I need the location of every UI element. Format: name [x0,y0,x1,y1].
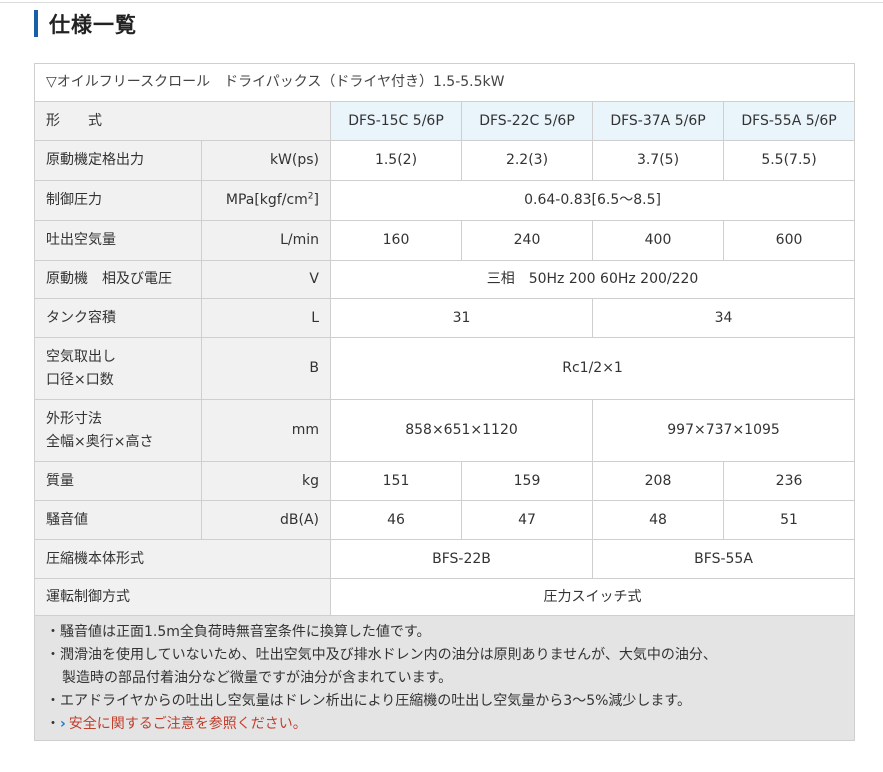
notes-row: ・騒音値は正面1.5m全負荷時無音室条件に換算した値です。 ・潤滑油を使用してい… [33,615,856,741]
page-title: 仕様一覧 [49,12,137,37]
table-cell: 600 [722,220,856,261]
table-cell: 圧力スイッチ式 [329,578,856,616]
row-label: 吐出空気量 [34,220,202,261]
chevron-right-icon: › [60,715,66,732]
row-label: 質量 [34,461,202,501]
row-unit: V [201,260,331,299]
row-unit: MPa[kgf/cm2] [201,180,331,221]
table-row: 空気取出し口径×口数 B Rc1/2×1 [34,337,856,400]
note-line: ・騒音値は正面1.5m全負荷時無音室条件に換算した値です。 [46,623,431,640]
table-cell: 236 [722,461,856,501]
table-cell: 997×737×1095 [591,399,856,462]
table-cell: 48 [592,500,724,540]
table-row: 吐出空気量 L/min 160 240 400 600 [34,220,856,261]
table-cell: 47 [461,500,593,540]
row-label-line: 口径×口数 [46,371,114,388]
table-row: 騒音値 dB(A) 46 47 48 51 [34,500,856,540]
model-cell: DFS-55A 5/6P [722,101,856,141]
table-cell: 151 [330,461,462,501]
row-label-line: 全幅×奥行×高さ [46,433,154,450]
top-divider [0,2,883,3]
row-unit: dB(A) [201,500,331,540]
caption-row: ▽オイルフリースクロール ドライパックス（ドライヤ付き）1.5-5.5kW [33,63,856,102]
row-label: 騒音値 [34,500,202,540]
model-row: 形 式 DFS-15C 5/6P DFS-22C 5/6P DFS-37A 5/… [34,101,856,141]
note-line: 製造時の部品付着油分など微量ですが油分が含まれています。 [62,669,453,686]
note-line: ・エアドライヤからの吐出し空気量はドレン析出により圧縮機の吐出し空気量から3〜5… [46,692,692,709]
model-cell: DFS-37A 5/6P [592,101,724,141]
row-unit: kg [201,461,331,501]
table-cell: BFS-22B [330,539,593,579]
row-label: 圧縮機本体形式 [34,539,331,579]
row-unit: L [201,298,331,338]
table-cell: 160 [330,220,462,261]
model-cell: DFS-22C 5/6P [461,101,593,141]
table-cell: 0.64-0.83[6.5〜8.5] [329,180,856,221]
table-cell: Rc1/2×1 [329,337,856,400]
row-label-line: 空気取出し [46,348,116,365]
table-cell: 51 [722,500,856,540]
table-row: タンク容積 L 31 34 [34,298,856,338]
notes-panel: ・騒音値は正面1.5m全負荷時無音室条件に換算した値です。 ・潤滑油を使用してい… [33,615,856,741]
row-label: タンク容積 [34,298,202,338]
table-row: 質量 kg 151 159 208 236 [34,461,856,501]
table-cell: 208 [592,461,724,501]
safety-link[interactable]: 安全に関するご注意を参照ください。 [69,716,307,732]
model-cell: DFS-15C 5/6P [330,101,462,141]
table-cell: 1.5(2) [330,140,462,181]
row-label: 制御圧力 [34,180,202,221]
note-bullet: ・ [46,715,60,732]
table-cell: 240 [461,220,593,261]
spec-table: ▽オイルフリースクロール ドライパックス（ドライヤ付き）1.5-5.5kW 形 … [33,63,856,741]
table-row: 原動機定格出力 kW(ps) 1.5(2) 2.2(3) 3.7(5) 5.5(… [34,140,856,181]
table-cell: 5.5(7.5) [722,140,856,181]
row-unit: B [201,337,331,400]
model-header: 形 式 [34,101,331,141]
heading-accent-bar [34,10,38,37]
row-unit: mm [201,399,331,462]
row-label: 原動機定格出力 [34,140,202,181]
table-cell: 3.7(5) [592,140,724,181]
table-cell: BFS-55A [591,539,856,579]
row-label: 空気取出し口径×口数 [34,337,202,400]
table-row: 運転制御方式 圧力スイッチ式 [34,578,856,616]
section-heading: 仕様一覧 [34,10,137,37]
table-row: 制御圧力 MPa[kgf/cm2] 0.64-0.83[6.5〜8.5] [34,180,856,221]
safety-note: ・› 安全に関するご注意を参照ください。 [46,713,843,736]
table-cell: 2.2(3) [461,140,593,181]
table-cell: 46 [330,500,462,540]
table-cell: 34 [591,298,856,338]
row-label-line: 外形寸法 [46,410,102,427]
table-cell: 858×651×1120 [330,399,593,462]
table-caption: ▽オイルフリースクロール ドライパックス（ドライヤ付き）1.5-5.5kW [33,63,856,102]
row-label: 外形寸法全幅×奥行×高さ [34,399,202,462]
table-cell: 三相 50Hz 200 60Hz 200/220 [329,260,856,299]
table-cell: 159 [461,461,593,501]
table-row: 原動機 相及び電圧 V 三相 50Hz 200 60Hz 200/220 [34,260,856,299]
row-unit: L/min [201,220,331,261]
note-line: ・潤滑油を使用していないため、吐出空気中及び排水ドレン内の油分は原則ありませんが… [46,646,717,663]
table-cell: 400 [592,220,724,261]
row-label: 運転制御方式 [34,578,331,616]
unit-main: MPa[kgf/cm [225,192,308,208]
table-row: 圧縮機本体形式 BFS-22B BFS-55A [34,539,856,579]
row-label: 原動機 相及び電圧 [34,260,202,299]
table-cell: 31 [330,298,593,338]
unit-close: ] [313,192,319,208]
row-unit: kW(ps) [201,140,331,181]
table-row: 外形寸法全幅×奥行×高さ mm 858×651×1120 997×737×109… [34,399,856,462]
